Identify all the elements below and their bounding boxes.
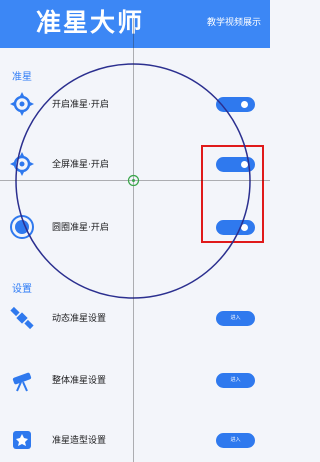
toggle-row-fullscreen[interactable]: 全屏准星·开启 [0,144,270,184]
toggle-knob [241,101,248,108]
section-label-crosshair: 准星 [12,72,32,83]
section-label-settings: 设置 [12,284,32,295]
toggle-row-circle[interactable]: 圆圈准星·开启 [0,207,270,247]
satellite-icon [10,306,34,330]
settings-label: 准星造型设置 [52,436,107,446]
toggle-knob [241,224,248,231]
circle-crosshair-icon [10,215,34,239]
toggle-label: 开启准星·开启 [52,100,109,110]
settings-row-dynamic[interactable]: 动态准星设置 进入 [0,298,270,338]
shape-icon [13,431,31,449]
toggle-label: 全屏准星·开启 [52,160,109,170]
fullscreen-crosshair-icon [10,152,34,176]
app-header: 准星大师 教学视频展示 [0,0,270,48]
toggle-row-crosshair-on[interactable]: 开启准星·开启 [0,84,270,124]
settings-row-shape[interactable]: 准星造型设置 进入 [0,420,270,460]
toggle-switch[interactable] [216,220,255,235]
settings-label: 整体准星设置 [52,376,107,386]
enter-button[interactable]: 进入 [216,373,255,388]
settings-label: 动态准星设置 [52,314,107,324]
enter-button[interactable]: 进入 [216,311,255,326]
app-title: 准星大师 [36,8,145,37]
settings-row-overall[interactable]: 整体准星设置 进入 [0,360,270,400]
enter-button[interactable]: 进入 [216,433,255,448]
tutorial-video-link[interactable]: 教学视频展示 [207,15,261,28]
toggle-label: 圆圈准星·开启 [52,223,109,233]
toggle-knob [241,161,248,168]
crosshair-target-icon [10,92,34,116]
toggle-switch[interactable] [216,97,255,112]
toggle-switch[interactable] [216,157,255,172]
telescope-icon [12,372,32,392]
